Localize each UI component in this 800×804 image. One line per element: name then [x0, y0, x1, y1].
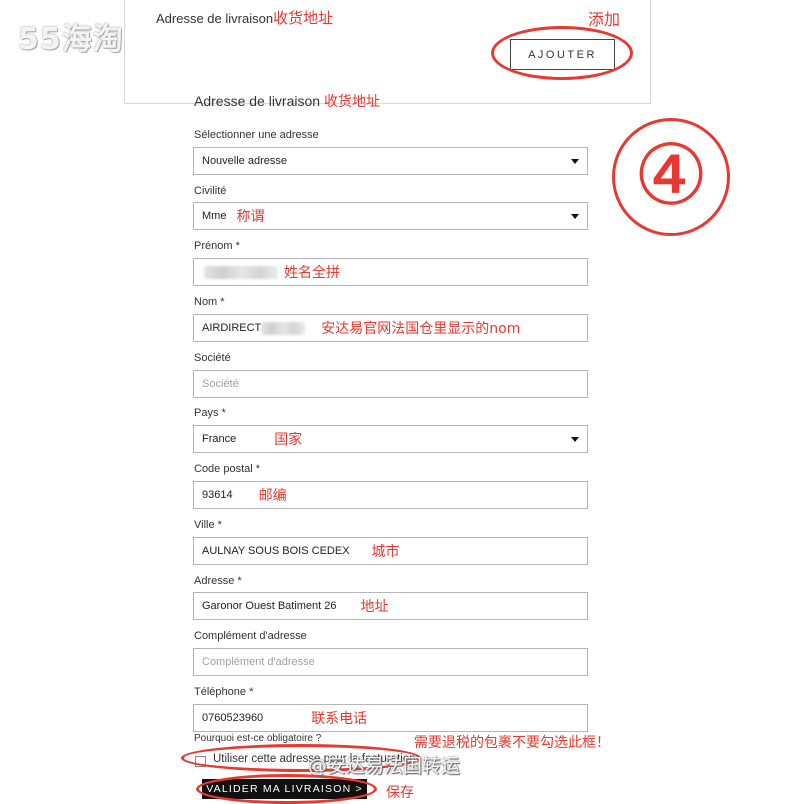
city-value: AULNAY SOUS BOIS CEDEX	[202, 545, 350, 557]
first-name-input[interactable]: 姓名全拼	[193, 258, 588, 286]
last-name-input[interactable]: AIRDIRECT 安达易官网法国仓里显示的nom	[193, 314, 588, 342]
civility-label: Civilité	[194, 185, 227, 197]
required-mark: *	[217, 519, 222, 531]
select-address-label: Sélectionner une adresse	[194, 129, 319, 141]
form-title-text: Adresse de livraison	[194, 93, 321, 109]
postal-code-input[interactable]: 93614 邮编	[193, 481, 588, 509]
chevron-down-icon	[571, 159, 579, 164]
last-name-value: AIRDIRECT	[202, 322, 262, 334]
postal-code-label-text: Code postal	[194, 463, 253, 475]
phone-label: Téléphone *	[194, 686, 253, 698]
last-name-label: Nom *	[194, 296, 225, 308]
required-mark: *	[235, 240, 240, 252]
why-required-link[interactable]: Pourquoi est-ce obligatoire ?	[194, 733, 321, 744]
form-title: Adresse de livraison 收货地址	[194, 91, 380, 111]
city-note: 城市	[371, 544, 400, 560]
add-note: 添加	[588, 10, 621, 29]
form-title-note: 收货地址	[323, 94, 380, 110]
top-panel-title: Adresse de livraison收货地址	[156, 7, 333, 28]
company-placeholder: Société	[202, 378, 239, 390]
top-panel-title-note: 收货地址	[273, 9, 334, 27]
city-input[interactable]: AULNAY SOUS BOIS CEDEX 城市	[193, 537, 588, 565]
address-input[interactable]: Garonor Ouest Batiment 26 地址	[193, 592, 588, 620]
country-value: France	[202, 433, 237, 445]
first-name-label-text: Prénom	[194, 240, 233, 252]
country-note: 国家	[274, 432, 303, 448]
blurred-first-name	[204, 265, 278, 279]
country-label: Pays *	[194, 407, 226, 419]
last-name-label-text: Nom	[194, 296, 218, 308]
postal-code-value: 93614	[202, 489, 233, 501]
required-mark: *	[221, 407, 226, 419]
chevron-down-icon	[571, 214, 579, 219]
company-label: Société	[194, 352, 231, 364]
top-panel-title-text: Adresse de livraison	[156, 11, 274, 26]
postal-code-label: Code postal *	[194, 463, 260, 475]
postal-code-note: 邮编	[258, 488, 287, 504]
checkbox-warning-note: 需要退税的包裹不要勾选此框！	[414, 735, 610, 751]
blurred-last-name	[261, 321, 306, 335]
required-mark: *	[237, 575, 242, 587]
select-address-value: Nouvelle adresse	[202, 155, 287, 167]
address-value: Garonor Ouest Batiment 26	[202, 600, 337, 612]
address-complement-placeholder: Complément d'adresse	[202, 656, 315, 668]
address-label-text: Adresse	[194, 575, 235, 587]
ajouter-highlight-ellipse	[491, 26, 633, 80]
last-name-note: 安达易官网法国仓里显示的nom	[321, 321, 521, 337]
address-complement-input[interactable]: Complément d'adresse	[193, 648, 588, 676]
step-number: ④	[633, 126, 709, 224]
select-address-dropdown[interactable]: Nouvelle adresse	[193, 147, 588, 175]
civility-value: Mme	[202, 210, 227, 222]
chevron-down-icon	[571, 437, 579, 442]
city-label-text: Ville	[194, 519, 215, 531]
submit-note: 保存	[386, 785, 414, 801]
phone-value: 0760523960	[202, 712, 264, 724]
country-label-text: Pays	[194, 407, 219, 419]
required-mark: *	[249, 686, 254, 698]
phone-note: 联系电话	[311, 711, 368, 727]
required-mark: *	[220, 296, 225, 308]
first-name-note: 姓名全拼	[284, 265, 340, 281]
phone-label-text: Téléphone	[194, 686, 246, 698]
step-four-badge: ④	[612, 118, 730, 236]
city-label: Ville *	[194, 519, 222, 531]
phone-input[interactable]: 0760523960 联系电话	[193, 704, 588, 732]
credit-watermark: @安达易法国转运	[308, 755, 461, 777]
site-watermark: 55海淘	[18, 22, 124, 57]
required-mark: *	[255, 463, 261, 475]
first-name-label: Prénom *	[194, 240, 240, 252]
country-dropdown[interactable]: France 国家	[193, 425, 588, 453]
address-complement-label: Complément d'adresse	[194, 630, 307, 642]
civility-note: 称谓	[236, 209, 265, 225]
company-input[interactable]: Société	[193, 370, 588, 398]
address-label: Adresse *	[194, 575, 242, 587]
address-note: 地址	[360, 599, 389, 615]
civility-dropdown[interactable]: Mme 称谓	[193, 202, 588, 230]
